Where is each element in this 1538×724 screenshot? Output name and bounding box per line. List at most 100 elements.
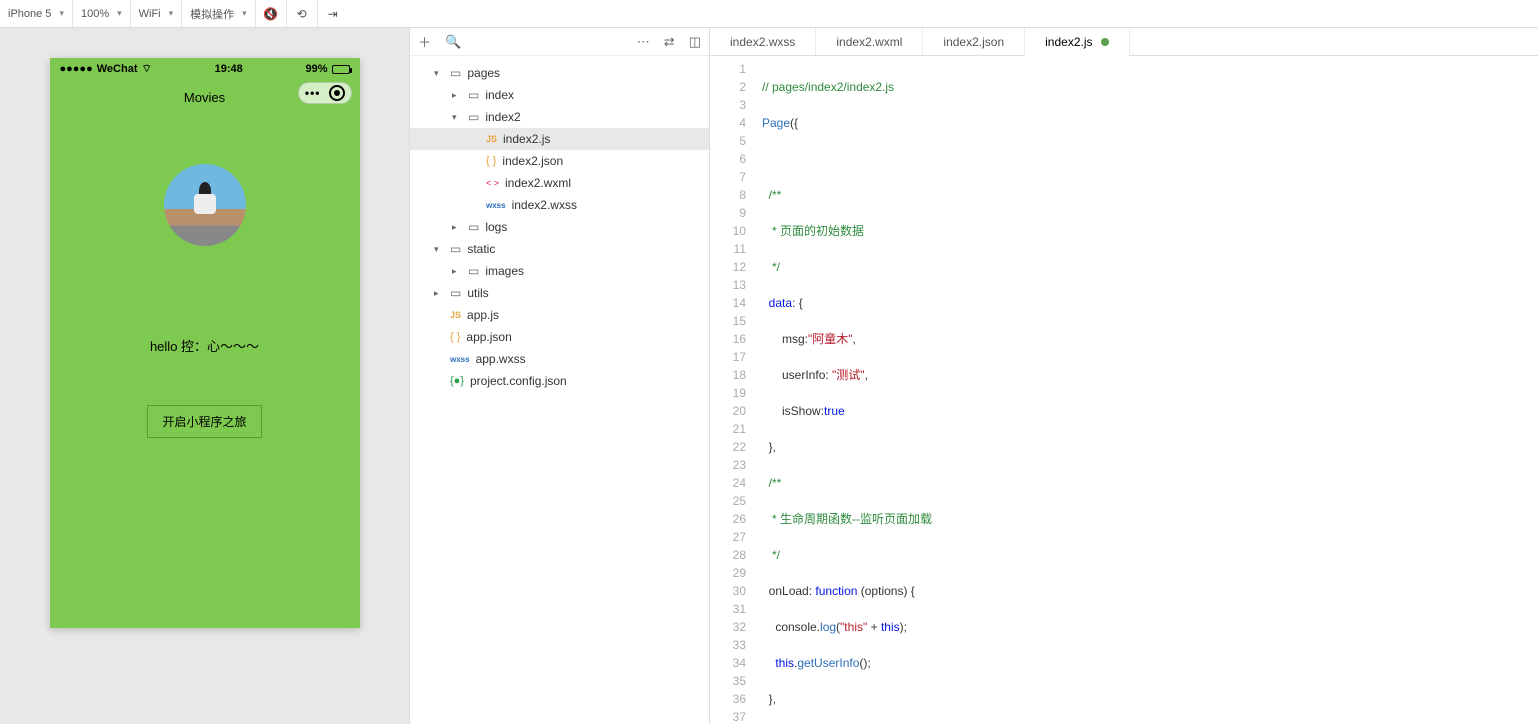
wxss-icon: wxss — [450, 355, 470, 364]
rotate-icon: ⟲ — [295, 7, 309, 21]
folder-static[interactable]: ▾▭static — [410, 238, 709, 260]
battery-icon — [332, 65, 350, 74]
mute-icon: 🔇 — [264, 7, 278, 21]
menu-dots-icon: ••• — [305, 86, 321, 100]
folder-icon: ▭ — [468, 88, 479, 102]
dock-button[interactable]: ⇥ — [318, 0, 348, 27]
folder-images[interactable]: ▸▭images — [410, 260, 709, 282]
code-editor[interactable]: 1234567891011121314151617181920212223242… — [710, 56, 1538, 724]
config-icon: {●} — [450, 375, 464, 387]
file-index2-js[interactable]: JS index2.js — [410, 128, 709, 150]
network-label: WiFi — [139, 8, 161, 20]
folder-utils[interactable]: ▸▭utils — [410, 282, 709, 304]
tab-index2-wxml[interactable]: index2.wxml — [816, 28, 923, 55]
file-label: index — [485, 88, 514, 102]
file-index2-json[interactable]: { } index2.json — [410, 150, 709, 172]
tab-label: index2.wxss — [730, 35, 795, 49]
file-label: project.config.json — [470, 374, 567, 388]
capsule-button[interactable]: ••• — [298, 82, 352, 104]
network-select[interactable]: WiFi ▾ — [131, 0, 183, 27]
folder-icon: ▭ — [450, 286, 461, 300]
tab-index2-wxss[interactable]: index2.wxss — [710, 28, 816, 55]
more-icon[interactable]: ⋯ — [637, 34, 650, 50]
file-label: utils — [467, 286, 488, 300]
greeting-text: hello 控：心～～～ — [150, 336, 259, 355]
file-app-js[interactable]: JS app.js — [410, 304, 709, 326]
avatar[interactable] — [164, 164, 246, 246]
file-label: index2.wxml — [505, 176, 571, 190]
sim-operations-select[interactable]: 模拟操作 ▾ — [182, 0, 256, 27]
folder-logs[interactable]: ▸▭logs — [410, 216, 709, 238]
file-label: pages — [467, 66, 500, 80]
top-toolbar: iPhone 5 ▾ 100% ▾ WiFi ▾ 模拟操作 ▾ 🔇 ⟲ ⇥ — [0, 0, 1538, 28]
chevron-down-icon: ▾ — [169, 8, 174, 19]
wifi-icon: ⌔ — [141, 62, 151, 76]
folder-icon: ▭ — [468, 264, 479, 278]
file-project-config[interactable]: {●} project.config.json — [410, 370, 709, 392]
chevron-down-icon: ▾ — [242, 8, 247, 19]
json-icon: { } — [486, 155, 496, 167]
simulator-panel: ●●●●● WeChat ⌔ 19:48 99% Movies ••• — [0, 28, 410, 724]
json-icon: { } — [450, 331, 460, 343]
editor-tabs: index2.wxss index2.wxml index2.json inde… — [710, 28, 1538, 56]
modified-dot-icon — [1101, 38, 1109, 46]
file-label: index2.wxss — [512, 198, 577, 212]
explorer-toolbar: ＋ 🔍 ⋯ ⇄ ◫ — [410, 28, 709, 56]
mute-button[interactable]: 🔇 — [256, 0, 287, 27]
folder-index2[interactable]: ▾▭index2 — [410, 106, 709, 128]
js-icon: JS — [450, 310, 461, 320]
clock-label: 19:48 — [215, 63, 243, 75]
tab-label: index2.wxml — [836, 35, 902, 49]
tab-index2-json[interactable]: index2.json — [923, 28, 1025, 55]
file-label: static — [467, 242, 495, 256]
folder-icon: ▭ — [450, 66, 461, 80]
folder-icon: ▭ — [468, 220, 479, 234]
file-label: app.wxss — [476, 352, 526, 366]
battery-label: 99% — [305, 63, 327, 75]
dock-icon: ⇥ — [326, 7, 340, 21]
folder-icon: ▭ — [450, 242, 461, 256]
editor-panel: index2.wxss index2.wxml index2.json inde… — [710, 28, 1538, 724]
wxss-icon: wxss — [486, 201, 506, 210]
device-select[interactable]: iPhone 5 ▾ — [0, 0, 73, 27]
tab-label: index2.js — [1045, 35, 1092, 49]
file-label: index2.js — [503, 132, 550, 146]
file-label: app.js — [467, 308, 499, 322]
phone-status-bar: ●●●●● WeChat ⌔ 19:48 99% — [50, 58, 360, 80]
line-gutter: 1234567891011121314151617181920212223242… — [710, 56, 756, 724]
tab-index2-js[interactable]: index2.js — [1025, 28, 1129, 55]
file-label: images — [485, 264, 524, 278]
search-icon[interactable]: 🔍 — [445, 34, 461, 50]
file-label: index2 — [485, 110, 520, 124]
file-label: index2.json — [502, 154, 563, 168]
file-label: logs — [485, 220, 507, 234]
phone-frame: ●●●●● WeChat ⌔ 19:48 99% Movies ••• — [50, 58, 360, 628]
file-app-json[interactable]: { } app.json — [410, 326, 709, 348]
file-tree: ▾▭pages ▸▭index ▾▭index2 JSindex2.js { }… — [410, 56, 709, 392]
file-index2-wxml[interactable]: < >index2.wxml — [410, 172, 709, 194]
explorer-panel: ＋ 🔍 ⋯ ⇄ ◫ ▾▭pages ▸▭index ▾▭index2 JSind… — [410, 28, 710, 724]
zoom-select[interactable]: 100% ▾ — [73, 0, 131, 27]
folder-icon: ▭ — [468, 110, 479, 124]
folder-index[interactable]: ▸▭index — [410, 84, 709, 106]
file-index2-wxss[interactable]: wxss index2.wxss — [410, 194, 709, 216]
close-target-icon — [329, 85, 345, 101]
sim-ops-label: 模拟操作 — [190, 6, 234, 22]
start-journey-button[interactable]: 开启小程序之旅 — [147, 405, 261, 438]
file-label: app.json — [466, 330, 511, 344]
rotate-button[interactable]: ⟲ — [287, 0, 318, 27]
carrier-label: WeChat — [97, 63, 138, 75]
phone-content: hello 控：心～～～ 开启小程序之旅 — [50, 114, 360, 438]
split-icon[interactable]: ◫ — [689, 34, 701, 50]
phone-nav-bar: Movies ••• — [50, 80, 360, 114]
file-app-wxss[interactable]: wxss app.wxss — [410, 348, 709, 370]
code-content[interactable]: // pages/index2/index2.js Page({ /** * 页… — [756, 56, 1538, 724]
new-file-icon[interactable]: ＋ — [418, 32, 431, 51]
js-icon: JS — [486, 134, 497, 144]
folder-pages[interactable]: ▾▭pages — [410, 62, 709, 84]
chevron-down-icon: ▾ — [59, 8, 64, 19]
collapse-icon[interactable]: ⇄ — [664, 34, 675, 50]
tab-label: index2.json — [943, 35, 1004, 49]
page-title: Movies — [184, 90, 225, 105]
device-label: iPhone 5 — [8, 8, 51, 20]
